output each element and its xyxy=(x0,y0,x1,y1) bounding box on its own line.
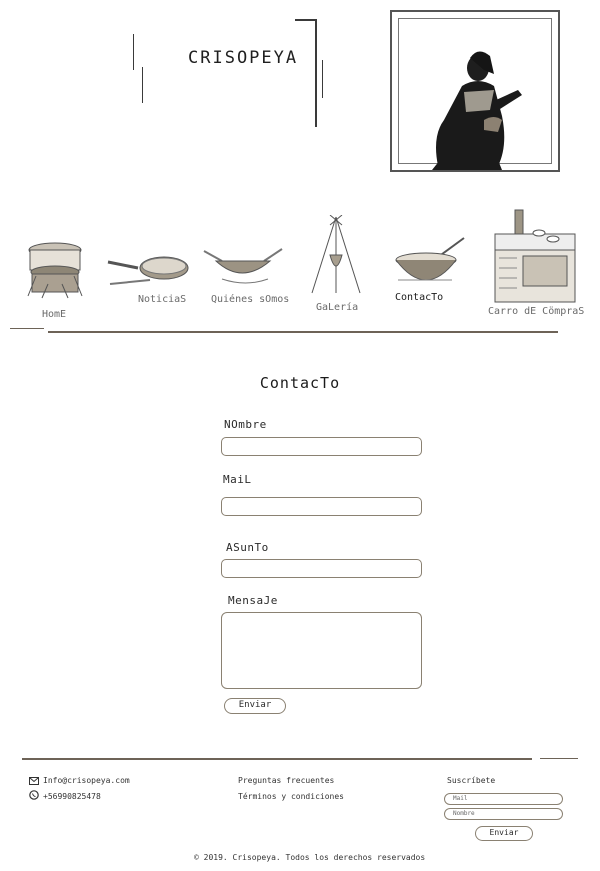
footer-divider xyxy=(540,758,578,759)
header-decor-line xyxy=(322,60,323,98)
email-icon xyxy=(29,777,39,785)
subject-label: ASunTo xyxy=(226,541,269,554)
nav-noticias[interactable]: NoticiaS xyxy=(138,294,186,305)
subscribe-title: Suscríbete xyxy=(447,776,496,785)
header-decor-line xyxy=(295,19,317,21)
stove-icon[interactable] xyxy=(493,208,577,306)
message-label: MensaJe xyxy=(228,594,278,607)
footer-email[interactable]: Info@crisopeya.com xyxy=(43,776,130,785)
footer-faq-link[interactable]: Preguntas frecuentes xyxy=(238,776,334,785)
name-input[interactable] xyxy=(221,437,422,456)
header-decor-line xyxy=(142,67,143,103)
name-label: NOmbre xyxy=(224,418,267,431)
subscribe-mail-input[interactable]: Mail xyxy=(444,793,563,805)
footer-terms-link[interactable]: Términos y condiciones xyxy=(238,792,344,801)
nav-galeria[interactable]: GaLería xyxy=(316,302,358,313)
nav-contacto[interactable]: ContacTo xyxy=(395,292,443,303)
home-pot-icon[interactable] xyxy=(22,238,92,304)
footer-divider xyxy=(22,758,532,760)
site-logo[interactable]: CRISOPEYA xyxy=(188,48,298,68)
nav-carro-de-compras[interactable]: Carro dE CömpraS xyxy=(488,306,584,317)
message-textarea[interactable] xyxy=(221,612,422,689)
portrait-frame xyxy=(390,10,560,172)
bowl-icon[interactable] xyxy=(394,236,470,292)
subject-input[interactable] xyxy=(221,559,422,578)
submit-button[interactable]: Enviar xyxy=(224,698,286,714)
whatsapp-icon xyxy=(29,790,39,800)
subscribe-button[interactable]: Enviar xyxy=(475,826,533,841)
tripod-icon[interactable] xyxy=(308,215,364,297)
subscribe-name-input[interactable]: Nombre xyxy=(444,808,563,820)
nav-quienes-somos[interactable]: Quiénes sOmos xyxy=(211,294,289,305)
header-decor-line xyxy=(133,34,134,70)
copyright: © 2019. Crisopeya. Todos los derechos re… xyxy=(194,853,426,862)
header-decor-line xyxy=(315,19,317,127)
frying-pan-icon[interactable] xyxy=(202,245,284,287)
portrait-illustration xyxy=(432,51,522,170)
footer-phone[interactable]: +56990825478 xyxy=(43,792,101,801)
pan-icon[interactable] xyxy=(106,254,190,294)
mail-label: MaiL xyxy=(223,473,252,486)
nav-divider xyxy=(10,328,44,329)
mail-input[interactable] xyxy=(221,497,422,516)
nav-divider xyxy=(48,331,558,333)
nav-home[interactable]: HomE xyxy=(42,309,66,320)
page-title: ContacTo xyxy=(259,374,341,392)
